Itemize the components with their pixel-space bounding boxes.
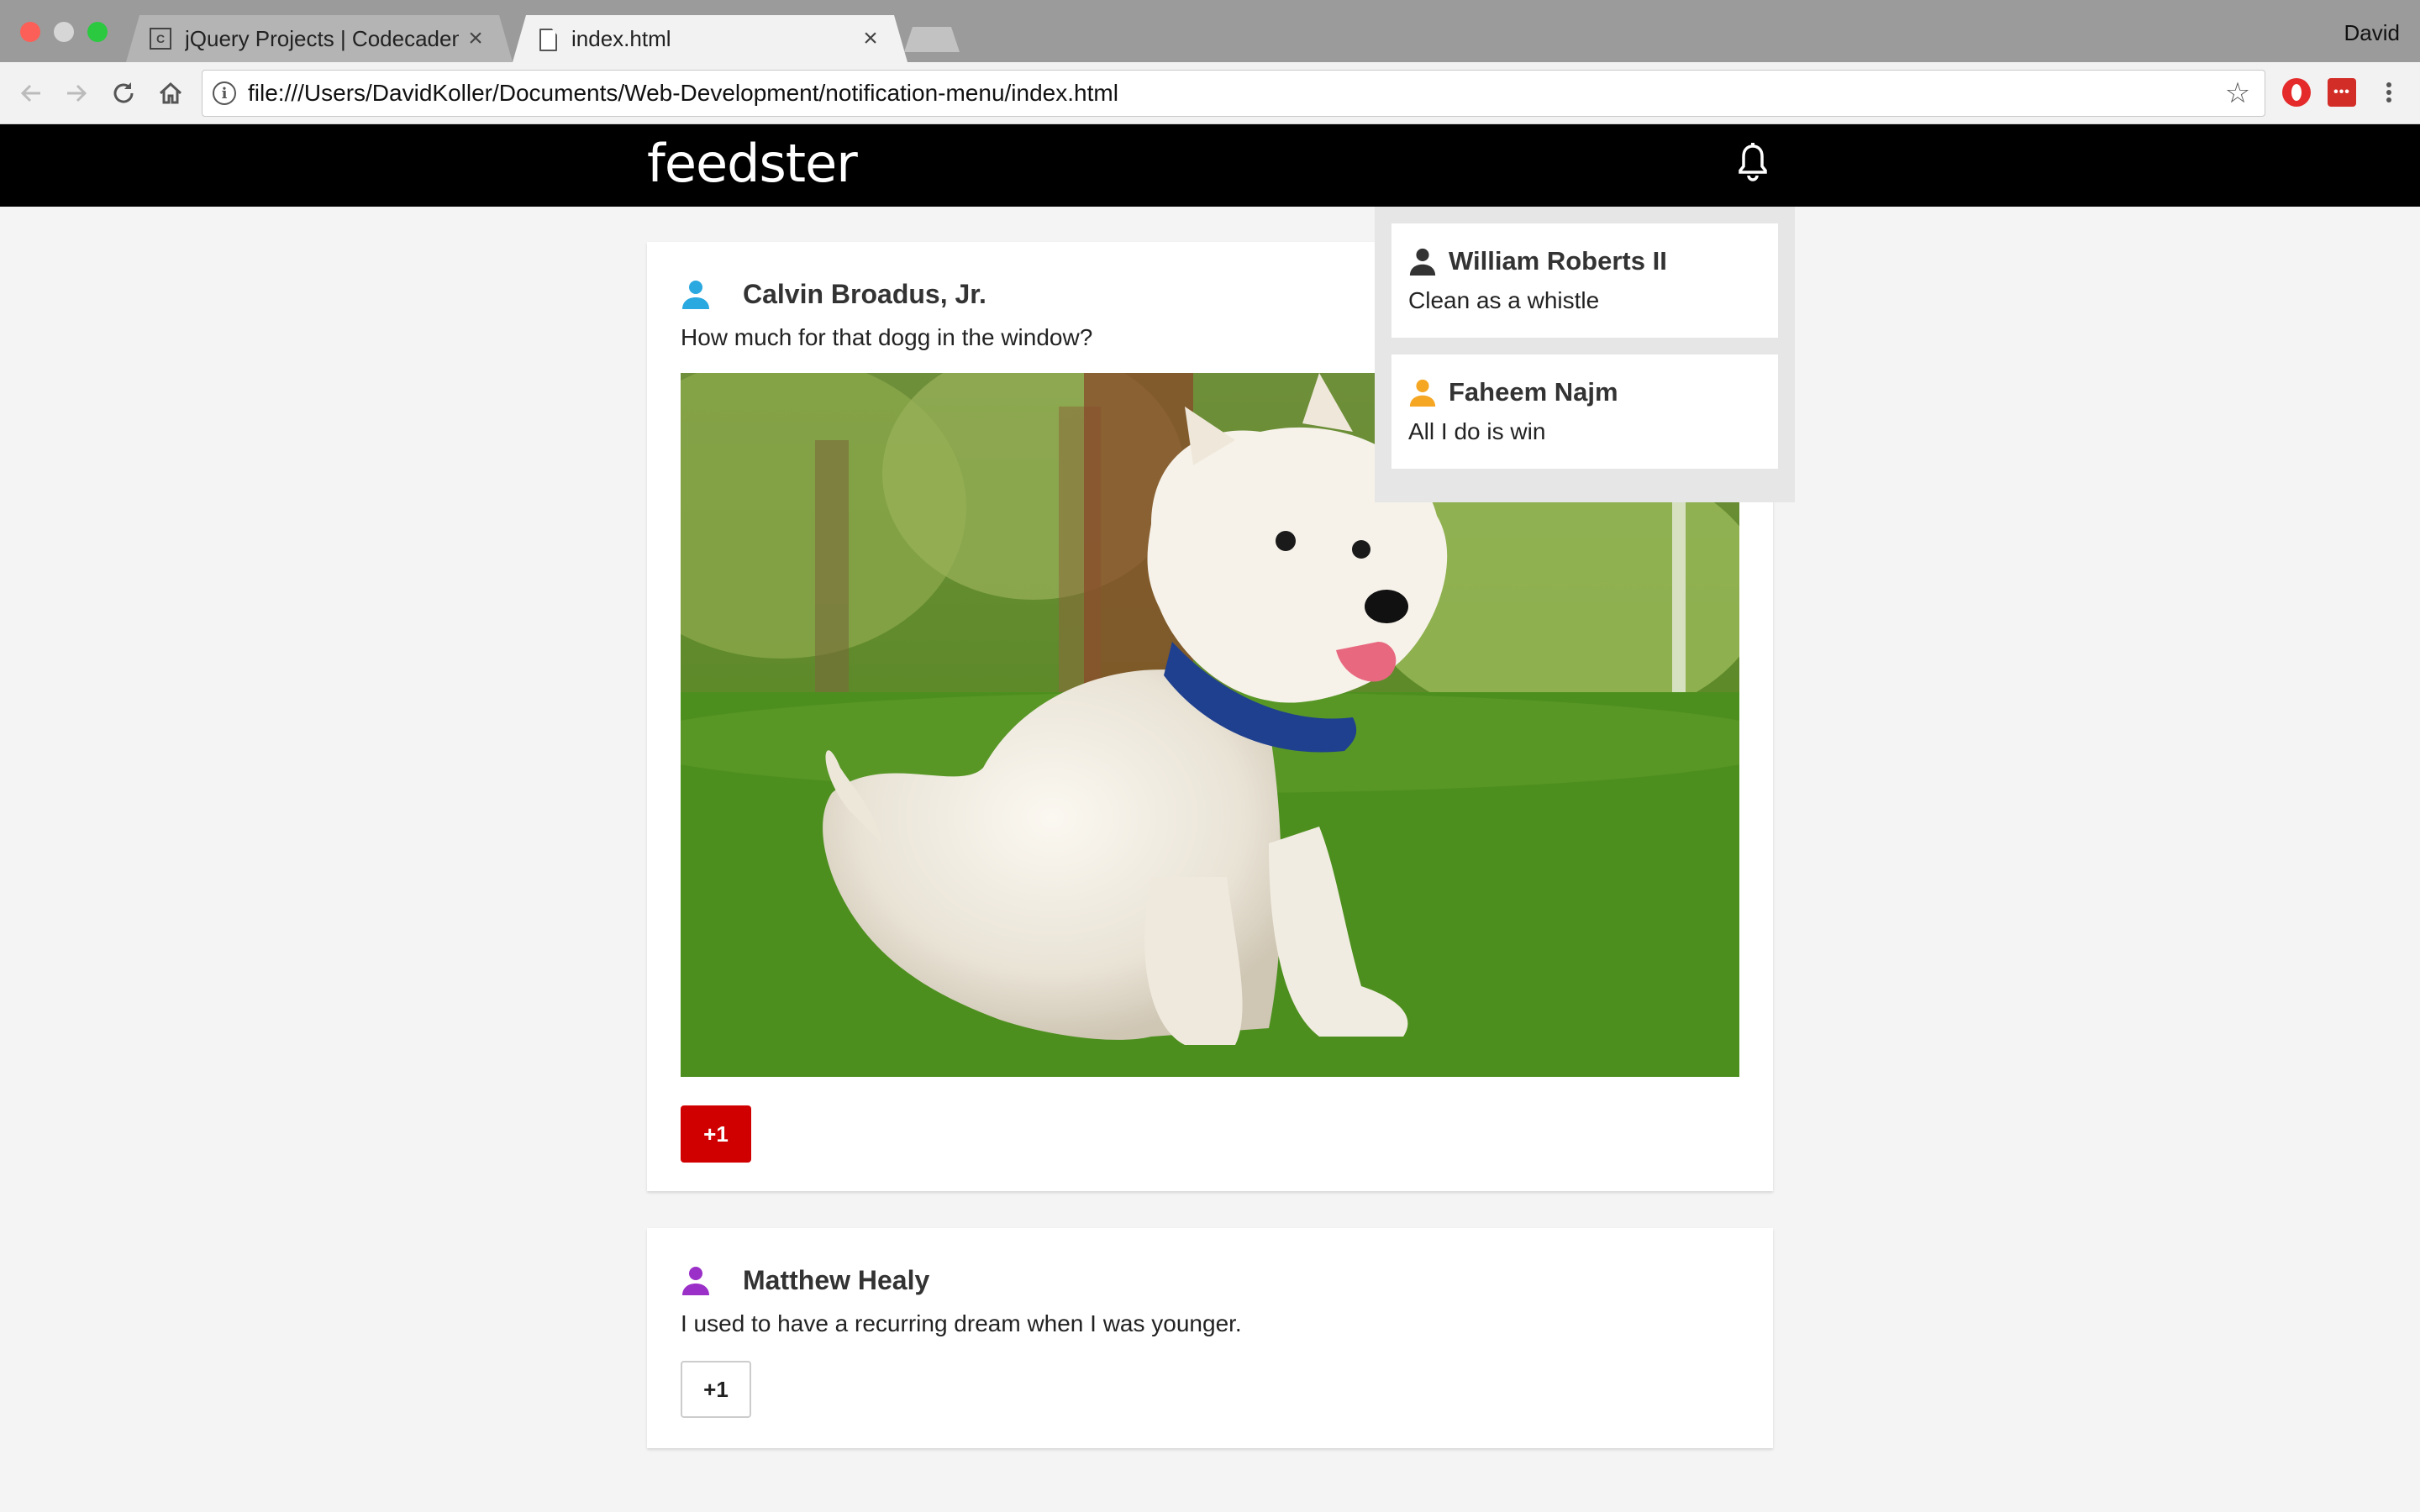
notification-item[interactable]: Faheem Najm All I do is win: [1392, 354, 1778, 469]
reload-button[interactable]: [106, 76, 141, 111]
person-icon: [682, 281, 709, 309]
new-tab-button[interactable]: [904, 27, 960, 52]
tab-title: jQuery Projects | Codecademy: [185, 25, 459, 51]
browser-toolbar: i file:///Users/DavidKoller/Documents/We…: [0, 62, 2420, 124]
post-text: I used to have a recurring dream when I …: [681, 1310, 1242, 1336]
notification-menu: William Roberts II Clean as a whistle Fa…: [1375, 207, 1795, 502]
tab-index-html[interactable]: index.html ×: [513, 15, 908, 62]
home-icon: [159, 81, 182, 104]
post-header: Calvin Broadus, Jr.: [681, 276, 986, 312]
browser-menu-icon[interactable]: [2376, 78, 2402, 107]
arrow-right-icon: [67, 84, 87, 102]
notification-text: All I do is win: [1408, 418, 1546, 444]
site-header: feedster: [0, 124, 2420, 207]
person-icon: [1409, 248, 1436, 276]
plus-one-button[interactable]: +1: [681, 1105, 751, 1163]
close-window-button[interactable]: [20, 22, 40, 42]
page-viewport: feedster Calvin Broadus, Jr. How much fo…: [0, 124, 2420, 1512]
plus-one-button[interactable]: +1: [681, 1361, 751, 1418]
browser-tabstrip: C jQuery Projects | Codecademy × index.h…: [0, 0, 2420, 62]
feed-post: Matthew Healy I used to have a recurring…: [647, 1228, 1773, 1448]
forward-button[interactable]: [59, 76, 94, 111]
lastpass-extension-icon[interactable]: •••: [2328, 78, 2356, 107]
notification-header: Faheem Najm: [1408, 376, 1761, 408]
notification-name: William Roberts II: [1449, 246, 1667, 276]
close-icon[interactable]: ×: [854, 24, 887, 53]
arrow-left-icon: [20, 84, 40, 102]
info-icon[interactable]: i: [213, 81, 236, 105]
site-logo[interactable]: feedster: [647, 133, 858, 194]
opera-extension-icon[interactable]: [2282, 78, 2311, 107]
close-icon[interactable]: ×: [459, 24, 492, 53]
home-button[interactable]: [153, 76, 188, 111]
tab-title: index.html: [571, 25, 671, 51]
bookmark-star-icon[interactable]: ☆: [2221, 76, 2254, 110]
bell-icon[interactable]: [1736, 143, 1770, 183]
person-icon: [1409, 379, 1436, 407]
notification-header: William Roberts II: [1408, 245, 1761, 277]
notification-text: Clean as a whistle: [1408, 287, 1600, 313]
minimize-window-button[interactable]: [54, 22, 74, 42]
post-text: How much for that dogg in the window?: [681, 324, 1093, 350]
person-icon: [682, 1267, 709, 1295]
address-bar[interactable]: i file:///Users/DavidKoller/Documents/We…: [202, 70, 2265, 117]
post-author: Calvin Broadus, Jr.: [743, 278, 986, 309]
document-icon: [536, 28, 558, 50]
tab-codecademy[interactable]: C jQuery Projects | Codecademy ×: [126, 15, 513, 62]
notification-name: Faheem Najm: [1449, 377, 1618, 407]
maximize-window-button[interactable]: [87, 22, 108, 42]
url-text[interactable]: file:///Users/DavidKoller/Documents/Web-…: [248, 80, 2221, 107]
reload-icon: [113, 82, 134, 103]
codecademy-icon: C: [150, 28, 171, 50]
post-header: Matthew Healy: [681, 1262, 929, 1299]
back-button[interactable]: [13, 76, 49, 111]
notification-item[interactable]: William Roberts II Clean as a whistle: [1392, 223, 1778, 338]
post-author: Matthew Healy: [743, 1264, 930, 1295]
profile-name[interactable]: David: [2344, 20, 2400, 46]
